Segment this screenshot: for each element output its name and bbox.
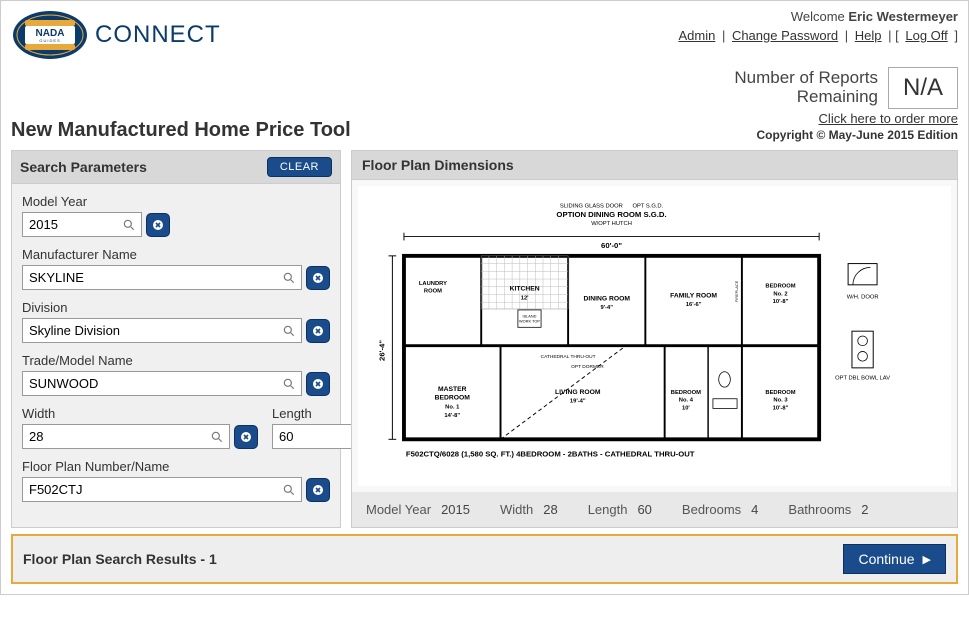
svg-text:BEDROOM: BEDROOM <box>434 395 470 402</box>
svg-text:ISLAND: ISLAND <box>522 315 536 319</box>
division-input[interactable] <box>22 318 302 343</box>
manufacturer-clear-icon[interactable] <box>306 266 330 290</box>
svg-text:OPTION DINING ROOM S.G.D.: OPTION DINING ROOM S.G.D. <box>556 210 666 219</box>
help-link[interactable]: Help <box>855 28 882 43</box>
order-more-link[interactable]: Click here to order more <box>819 111 958 126</box>
svg-text:W/H. DOOR: W/H. DOOR <box>846 294 878 300</box>
floorplan-label: Floor Plan Number/Name <box>22 459 330 474</box>
svg-text:OPT DORMER: OPT DORMER <box>571 364 604 370</box>
division-label: Division <box>22 300 330 315</box>
svg-text:No. 4: No. 4 <box>678 398 693 404</box>
sidebar-title: Search Parameters <box>20 159 147 175</box>
reports-remaining-label: Number of Reports Remaining <box>734 69 878 106</box>
reports-remaining-value: N/A <box>888 67 958 109</box>
width-input[interactable] <box>22 424 230 449</box>
floorplan-input[interactable] <box>22 477 302 502</box>
floorplan-clear-icon[interactable] <box>306 478 330 502</box>
svg-text:KITCHEN: KITCHEN <box>509 286 539 293</box>
stats-bar: Model Year2015 Width28 Length60 Bedrooms… <box>352 492 957 527</box>
svg-text:ROOM: ROOM <box>423 289 441 295</box>
svg-text:DINING ROOM: DINING ROOM <box>583 295 630 302</box>
svg-text:FIREPLACE: FIREPLACE <box>735 280 739 302</box>
page-title: New Manufactured Home Price Tool <box>11 119 351 142</box>
welcome-text: Welcome Eric Westermeyer <box>675 9 958 24</box>
svg-text:9'-4": 9'-4" <box>600 305 613 311</box>
svg-text:BEDROOM: BEDROOM <box>765 284 795 290</box>
floorplan-image: SLIDING GLASS DOOR OPT S.G.D. OPTION DIN… <box>358 186 951 486</box>
svg-text:No. 3: No. 3 <box>773 398 787 404</box>
logo-badge-icon: NADA GUIDES <box>11 9 89 61</box>
svg-text:SLIDING GLASS DOOR OPT S.: SLIDING GLASS DOOR OPT S.G.D. <box>559 204 663 210</box>
logoff-link[interactable]: Log Off <box>905 28 947 43</box>
svg-text:10'-8": 10'-8" <box>772 405 788 411</box>
svg-text:12': 12' <box>520 295 528 301</box>
content-title: Floor Plan Dimensions <box>352 151 957 180</box>
svg-text:BEDROOM: BEDROOM <box>670 390 700 396</box>
brand-logo: NADA GUIDES CONNECT <box>11 9 221 61</box>
svg-text:FAMILY ROOM: FAMILY ROOM <box>670 292 717 299</box>
results-title: Floor Plan Search Results - 1 <box>23 551 217 567</box>
svg-text:WORK TOP: WORK TOP <box>519 319 540 323</box>
model-year-label: Model Year <box>22 194 330 209</box>
svg-text:LIVING ROOM: LIVING ROOM <box>555 389 601 396</box>
trade-model-clear-icon[interactable] <box>306 372 330 396</box>
chevron-right-icon: ▶ <box>923 553 931 566</box>
svg-text:60'-0": 60'-0" <box>601 241 622 250</box>
continue-button[interactable]: Continue ▶ <box>843 544 946 574</box>
svg-text:10': 10' <box>681 405 689 411</box>
manufacturer-input[interactable] <box>22 265 302 290</box>
svg-text:No. 1: No. 1 <box>445 404 460 410</box>
svg-text:W/OPT HUTCH: W/OPT HUTCH <box>591 221 632 227</box>
division-clear-icon[interactable] <box>306 319 330 343</box>
svg-text:10'-8": 10'-8" <box>772 299 788 305</box>
svg-text:CATHEDRAL THRU-OUT: CATHEDRAL THRU-OUT <box>540 354 595 360</box>
svg-text:16'-6": 16'-6" <box>685 302 701 308</box>
svg-text:LAUNDRY: LAUNDRY <box>418 281 446 287</box>
svg-text:OPT DBL BOWL LAV: OPT DBL BOWL LAV <box>835 375 890 381</box>
brand-text: CONNECT <box>95 21 221 49</box>
svg-text:BEDROOM: BEDROOM <box>765 390 795 396</box>
search-sidebar: Search Parameters CLEAR Model Year Manuf… <box>11 150 341 528</box>
width-label: Width <box>22 406 258 421</box>
svg-text:No. 2: No. 2 <box>773 291 787 297</box>
manufacturer-label: Manufacturer Name <box>22 247 330 262</box>
width-clear-icon[interactable] <box>234 425 258 449</box>
svg-text:GUIDES: GUIDES <box>39 38 60 43</box>
change-password-link[interactable]: Change Password <box>732 28 838 43</box>
model-year-clear-icon[interactable] <box>146 213 170 237</box>
admin-link[interactable]: Admin <box>678 28 715 43</box>
model-year-input[interactable] <box>22 212 142 237</box>
svg-text:14'-8": 14'-8" <box>444 413 460 419</box>
svg-text:F502CTQ/6028 (1,580 SQ. FT.) 4: F502CTQ/6028 (1,580 SQ. FT.) 4BEDROOM - … <box>405 450 694 459</box>
clear-button[interactable]: CLEAR <box>267 157 332 177</box>
copyright-text: Copyright © May-June 2015 Edition <box>734 128 958 142</box>
trade-model-input[interactable] <box>22 371 302 396</box>
svg-text:26'-4": 26'-4" <box>377 340 386 361</box>
trade-model-label: Trade/Model Name <box>22 353 330 368</box>
svg-text:19'-4": 19'-4" <box>569 399 585 405</box>
svg-text:MASTER: MASTER <box>437 386 466 393</box>
